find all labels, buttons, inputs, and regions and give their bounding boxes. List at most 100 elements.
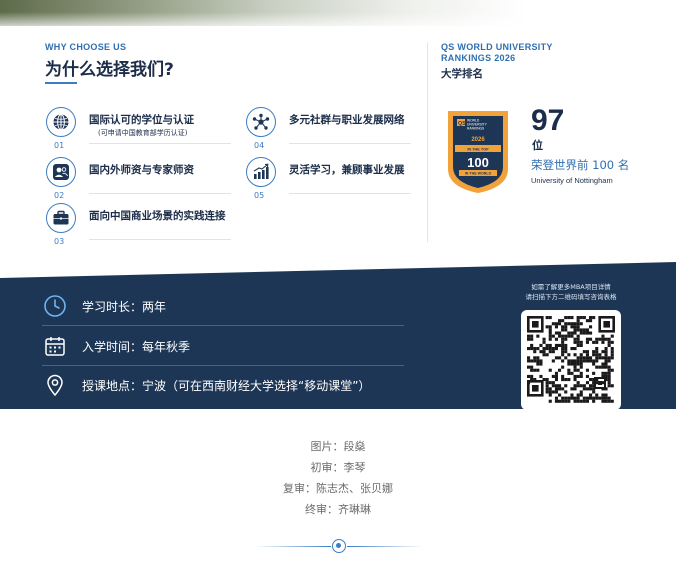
qr-module [585, 368, 589, 372]
qr-module [554, 387, 558, 391]
qr-module [579, 374, 583, 378]
qr-module [592, 371, 596, 375]
ranking-heading: 大学排名 [441, 68, 483, 80]
qr-module [554, 356, 558, 360]
svg-text:2026: 2026 [471, 137, 485, 143]
qr-module [610, 334, 614, 338]
qr-module [576, 396, 580, 400]
qr-module [585, 319, 589, 323]
qr-module [579, 343, 583, 347]
qr-module [551, 381, 555, 385]
qr-module [579, 316, 583, 320]
qr-module [558, 387, 562, 391]
qs-ranking-badge: QS WORLD UNIVERSITY RANKINGS 2026 IN THE… [442, 107, 514, 195]
qr-module [570, 322, 574, 326]
qr-module [545, 353, 549, 357]
rank-description: 荣登世界前 100 名 [531, 158, 630, 172]
qr-module [567, 399, 571, 403]
qr-module [554, 384, 558, 388]
row-divider [42, 325, 404, 326]
qr-module [601, 371, 605, 375]
credits-block: 图片：段燊 初审：李琴 复审：陈志杰、张贝娜 终审：齐琳琳 [0, 436, 676, 520]
qr-module [558, 393, 562, 397]
qr-module [548, 337, 552, 341]
qr-module [536, 368, 540, 372]
qr-code[interactable] [521, 310, 621, 410]
qr-module [545, 347, 549, 351]
qr-module [589, 319, 593, 323]
qr-module [558, 356, 562, 360]
qr-module [595, 393, 599, 397]
qr-module [579, 331, 583, 335]
qr-module [576, 325, 580, 329]
qr-module [548, 390, 552, 394]
qr-module [582, 350, 586, 354]
qr-module [545, 390, 549, 394]
qs-eyebrow-line2: RANKINGS 2026 [441, 53, 516, 63]
qr-module [573, 378, 577, 382]
qr-module [592, 353, 596, 357]
qr-module [545, 325, 549, 329]
qr-module [595, 347, 599, 351]
feature-divider [89, 239, 231, 240]
qr-module [592, 359, 596, 363]
qr-module [551, 334, 555, 338]
qr-module [570, 325, 574, 329]
qr-module [564, 337, 568, 341]
qr-module [573, 353, 577, 357]
qr-module [585, 396, 589, 400]
qr-module [604, 393, 608, 397]
feature-label: 面向中国商业场景的实践连接 [89, 210, 226, 222]
qr-module [592, 350, 596, 354]
qr-module [579, 328, 583, 332]
qr-module [558, 399, 562, 403]
qr-module [585, 374, 589, 378]
qr-module [561, 365, 565, 369]
university-name: University of Nottingham [531, 176, 613, 185]
qr-module [561, 334, 565, 338]
qr-module [561, 343, 565, 347]
qr-module [561, 396, 565, 400]
qr-module [527, 334, 531, 338]
qr-module [585, 350, 589, 354]
qr-module [604, 347, 608, 351]
qr-module [604, 350, 608, 354]
qr-module [570, 347, 574, 351]
qr-module [548, 331, 552, 335]
svg-text:IN THE WORLD: IN THE WORLD [465, 172, 492, 176]
qr-module [567, 362, 571, 366]
globe-icon [46, 107, 76, 137]
qr-module [585, 353, 589, 357]
qr-module [589, 316, 593, 320]
qr-module [607, 337, 611, 341]
qr-module [561, 353, 565, 357]
qr-module [564, 350, 568, 354]
qr-module [610, 347, 614, 351]
qr-module [530, 347, 534, 351]
qr-module [598, 353, 602, 357]
qr-module [598, 396, 602, 400]
feature-label: 灵活学习，兼顾事业发展 [289, 164, 405, 176]
header-photo-fade [0, 12, 676, 32]
qr-module [539, 374, 543, 378]
qr-module [579, 362, 583, 366]
qr-module [610, 356, 614, 360]
credit-photo: 图片：段燊 [310, 440, 366, 453]
qr-module [589, 396, 593, 400]
qr-module [589, 337, 593, 341]
location-pin-icon [42, 372, 68, 398]
qr-module [598, 365, 602, 369]
qr-module [610, 368, 614, 372]
qr-module [573, 322, 577, 326]
qr-module [576, 319, 580, 323]
qr-module [567, 368, 571, 372]
section-divider [427, 42, 428, 242]
qr-module [607, 396, 611, 400]
qr-module [579, 399, 583, 403]
qr-module [539, 350, 543, 354]
qr-module [567, 371, 571, 375]
qr-instructions: 如需了解更多MBA项目详情 请扫描下方二维码填写咨询表格 [496, 282, 646, 302]
qr-module [573, 387, 577, 391]
qr-module [561, 374, 565, 378]
qr-module [545, 343, 549, 347]
